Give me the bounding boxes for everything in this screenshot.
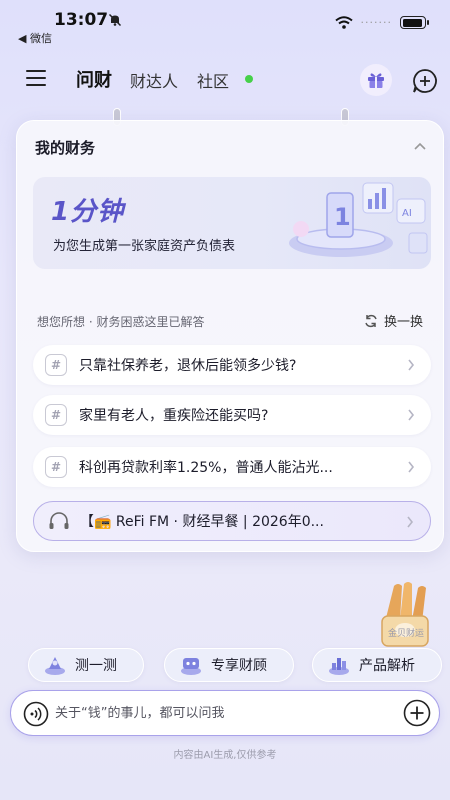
chat-add-icon[interactable] xyxy=(412,68,438,94)
refresh-icon xyxy=(365,314,377,327)
plus-icon[interactable] xyxy=(403,699,431,727)
chat-input-bar xyxy=(10,690,440,736)
mascot-illustration[interactable] xyxy=(372,580,438,654)
quick-action-advisor[interactable]: 专享财顾 xyxy=(164,648,294,682)
my-finance-card: 我的财务 1分钟 为您生成第一张家庭资产负债表 › 1 AI 想您所想 · 财务… xyxy=(16,120,444,552)
gift-button[interactable] xyxy=(360,64,392,96)
chart-icon xyxy=(329,658,349,675)
question-text: 科创再贷款利率1.25%，普通人能沾光... xyxy=(79,460,333,476)
back-to-wechat-link[interactable]: ◀ 微信 xyxy=(18,30,52,46)
menu-icon[interactable] xyxy=(26,70,46,86)
chat-input[interactable] xyxy=(55,700,385,726)
card-title: 我的财务 xyxy=(35,139,96,157)
question-item[interactable]: # 科创再贷款利率1.25%，普通人能沾光... xyxy=(33,447,431,487)
quick-action-label: 测一测 xyxy=(75,658,117,674)
banner-subtitle: 为您生成第一张家庭资产负债表 xyxy=(53,239,236,254)
signal-dots: ······· xyxy=(360,16,392,29)
headphones-icon xyxy=(49,512,69,529)
advisor-icon xyxy=(181,658,201,675)
balance-sheet-banner[interactable]: 1分钟 为您生成第一张家庭资产负债表 › 1 AI xyxy=(33,177,431,269)
hashtag-icon: # xyxy=(45,456,67,478)
question-text: 家里有老人，重疾险还能买吗? xyxy=(79,408,269,424)
question-text: 只靠社保养老，退休后能领多少钱? xyxy=(79,358,297,374)
banner-art-label: AI xyxy=(402,208,412,219)
test-icon xyxy=(45,657,65,675)
tab-wencai[interactable]: 问财 xyxy=(76,66,112,92)
hashtag-icon: # xyxy=(45,354,67,376)
refresh-label: 换一换 xyxy=(383,315,423,330)
ai-disclaimer: 内容由AI生成,仅供参考 xyxy=(173,750,277,761)
quick-action-label: 专享财顾 xyxy=(211,658,267,674)
tab-caidaren[interactable]: 财达人 xyxy=(130,68,178,92)
battery-icon xyxy=(400,16,429,29)
wifi-icon xyxy=(334,16,353,29)
question-item[interactable]: # 只靠社保养老，退休后能领多少钱? xyxy=(33,345,431,385)
quick-action-product[interactable]: 产品解析 xyxy=(312,648,442,682)
svg-text:1: 1 xyxy=(334,203,351,231)
refresh-button[interactable]: 换一换 xyxy=(364,311,423,330)
status-icons: ······· xyxy=(334,16,429,29)
suggestions-heading: 想您所想 · 财务困惑这里已解答 xyxy=(37,315,205,329)
chevron-right-icon xyxy=(407,516,414,528)
chevron-right-icon xyxy=(408,461,415,473)
quick-action-label: 产品解析 xyxy=(359,658,415,674)
chevron-right-icon xyxy=(408,359,415,371)
online-indicator xyxy=(245,75,253,83)
refi-fm-item[interactable]: 【📻 ReFi FM · 财经早餐 | 2026年0... xyxy=(33,501,431,541)
fm-text: 【📻 ReFi FM · 财经早餐 | 2026年0... xyxy=(80,514,324,530)
hashtag-icon: # xyxy=(45,404,67,426)
bell-off-icon xyxy=(108,13,122,27)
banner-illustration: 1 AI xyxy=(289,182,428,257)
banner-headline: 1分钟 xyxy=(51,197,125,227)
tab-community[interactable]: 社区 xyxy=(197,68,229,92)
gift-icon xyxy=(368,73,384,88)
status-bar: 13:07 ◀ 微信 ······· xyxy=(0,0,450,48)
mascot-caption: 金贝财运 xyxy=(388,629,425,639)
question-item[interactable]: # 家里有老人，重疾险还能买吗? xyxy=(33,395,431,435)
battery-fill xyxy=(402,18,423,27)
chevron-up-icon[interactable] xyxy=(413,141,427,151)
voice-icon[interactable] xyxy=(23,701,49,727)
top-nav: 问财 财达人 社区 xyxy=(0,60,450,100)
status-time: 13:07 xyxy=(54,10,109,30)
chevron-right-icon xyxy=(408,409,415,421)
quick-action-test[interactable]: 测一测 xyxy=(28,648,144,682)
